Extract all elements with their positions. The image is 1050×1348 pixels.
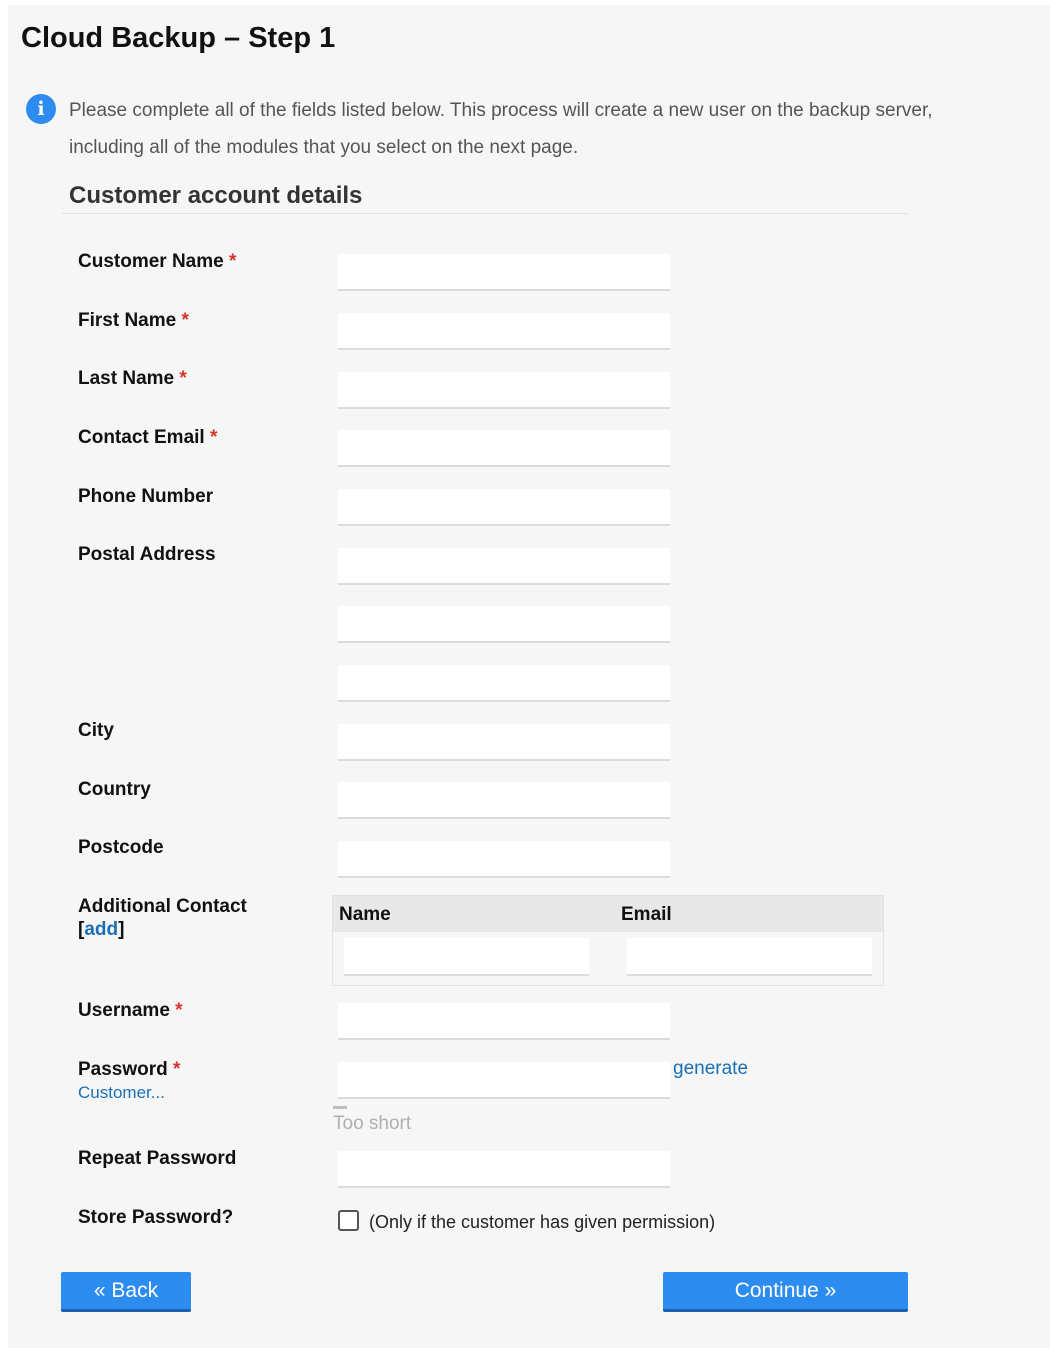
store-password-note: (Only if the customer has given permissi…: [369, 1212, 716, 1232]
required-marker: *: [181, 310, 189, 331]
password-strength-text: Too short: [333, 1113, 412, 1134]
first-name-label-text: First Name: [78, 310, 177, 331]
section-title: Customer account details: [69, 182, 363, 209]
required-marker: *: [173, 1059, 181, 1080]
country-input[interactable]: [338, 782, 670, 819]
info-text: Please complete all of the fields listed…: [69, 100, 933, 158]
generate-password-link[interactable]: generate: [673, 1057, 748, 1081]
contact-table-header: [333, 896, 883, 932]
phone-number-input[interactable]: [338, 489, 670, 526]
additional-contact-table: Name Email: [332, 895, 884, 986]
postcode-label: Postcode: [78, 837, 164, 858]
additional-contact-add-row: [add]: [78, 918, 124, 942]
contact-name-input[interactable]: [344, 938, 589, 976]
customer-name-label-text: Customer Name: [78, 251, 224, 272]
password-strength-bar: [333, 1106, 347, 1109]
country-label: Country: [78, 779, 151, 800]
customer-name-input[interactable]: [338, 254, 670, 291]
postal-address-line-3-input[interactable]: [338, 665, 670, 702]
add-contact-link[interactable]: add: [84, 919, 118, 940]
repeat-password-label: Repeat Password: [78, 1148, 237, 1169]
username-label: Username *: [78, 999, 183, 1023]
section-divider: [62, 213, 908, 214]
back-button[interactable]: « Back: [61, 1272, 191, 1312]
required-marker: *: [175, 1000, 183, 1021]
password-label-text: Password: [78, 1059, 168, 1080]
customer-name-label: Customer Name *: [78, 250, 236, 274]
column-header-email: Email: [621, 904, 672, 925]
required-marker: *: [209, 427, 218, 448]
city-label: City: [78, 720, 114, 741]
username-label-text: Username: [78, 1000, 170, 1021]
city-input[interactable]: [338, 724, 670, 761]
postcode-input[interactable]: [338, 841, 670, 878]
required-marker: *: [179, 368, 187, 389]
username-input[interactable]: [338, 1003, 670, 1040]
bracket-close: ]: [118, 919, 125, 940]
password-hint-link[interactable]: Customer...: [78, 1082, 165, 1104]
column-header-name: Name: [339, 904, 391, 925]
info-icon: i: [26, 94, 56, 124]
postal-address-line-2-input[interactable]: [338, 606, 670, 643]
page-title: Cloud Backup – Step 1: [21, 22, 336, 54]
password-input[interactable]: [338, 1062, 670, 1099]
repeat-password-input[interactable]: [338, 1151, 670, 1188]
last-name-label-text: Last Name: [78, 368, 175, 389]
store-password-checkbox[interactable]: [338, 1210, 359, 1231]
postal-address-line-1-input[interactable]: [338, 548, 670, 585]
contact-email-label-text: Contact Email: [78, 427, 205, 448]
continue-button[interactable]: Continue »: [663, 1272, 908, 1312]
last-name-label: Last Name *: [78, 367, 187, 391]
first-name-input[interactable]: [338, 313, 670, 350]
additional-contact-label: Additional Contact: [78, 896, 247, 917]
required-marker: *: [229, 251, 237, 272]
postal-address-label: Postal Address: [78, 544, 216, 565]
password-label: Password *: [78, 1058, 180, 1082]
last-name-input[interactable]: [338, 372, 670, 409]
contact-email-row-input[interactable]: [627, 938, 872, 976]
contact-email-label: Contact Email *: [78, 426, 217, 450]
contact-email-input[interactable]: [338, 430, 670, 467]
first-name-label: First Name *: [78, 309, 189, 333]
store-password-label: Store Password?: [78, 1207, 234, 1228]
phone-number-label: Phone Number: [78, 486, 214, 507]
